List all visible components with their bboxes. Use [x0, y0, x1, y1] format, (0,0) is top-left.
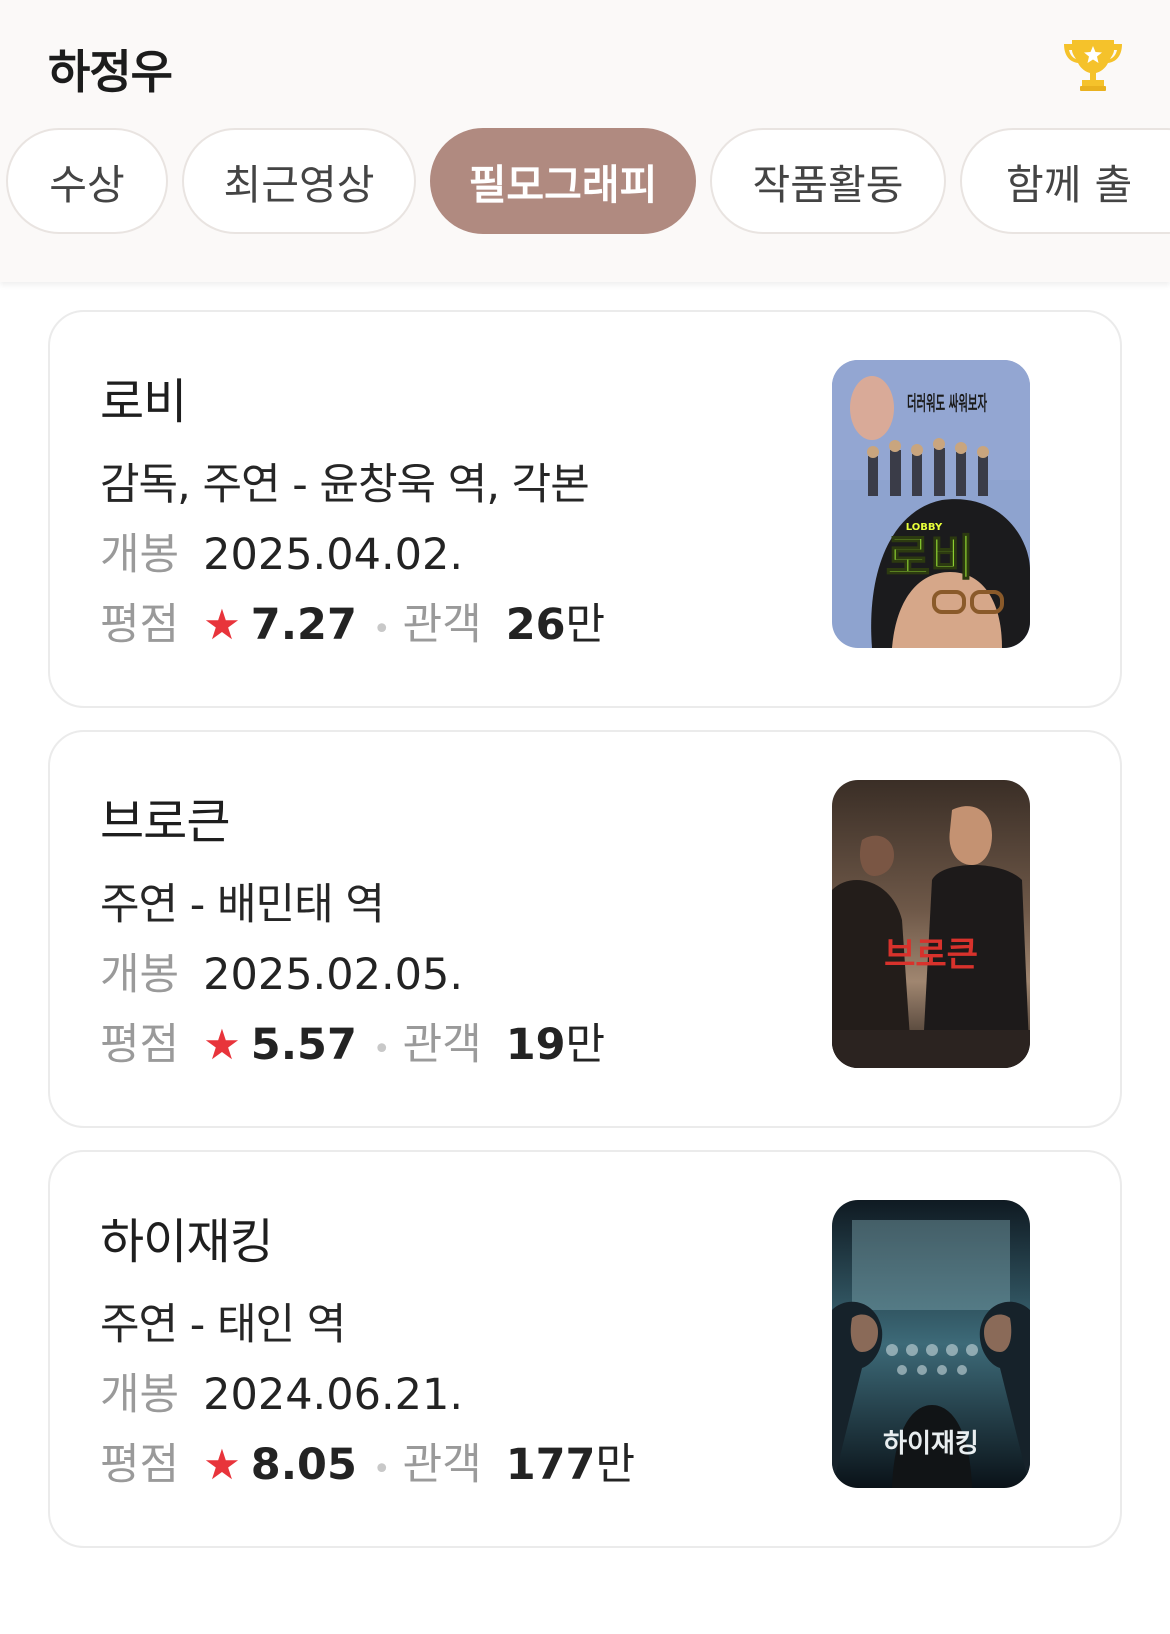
film-card[interactable]: 로비 감독, 주연 - 윤창욱 역, 각본 개봉 2025.04.02. 평점 … [48, 310, 1122, 708]
rating-label: 평점 [100, 600, 180, 650]
audience-value: 177만 [506, 1430, 635, 1492]
audience-number: 177 [505, 1440, 596, 1490]
release-date: 2025.02.05. [203, 950, 463, 1000]
poster-title: 하이재킹 [883, 1429, 979, 1459]
movie-poster[interactable]: 더러워도 싸워보자 LOBBY 로비 [832, 360, 1030, 648]
audience-value: 26만 [506, 590, 605, 652]
tab-label: 최근영상 [223, 161, 375, 209]
film-title: 하이재킹 [100, 1214, 274, 1270]
tab-label: 작품활동 [752, 161, 904, 209]
tab-label: 함께 출 [1006, 161, 1133, 209]
rating-value: 8.05 [250, 1440, 357, 1490]
film-role: 주연 - 배민태 역 [100, 880, 385, 930]
release-label: 개봉 [100, 950, 180, 1000]
audience-number: 26 [505, 600, 566, 650]
tab-bar: 수상 최근영상 필모그래피 작품활동 함께 출 [0, 126, 1170, 238]
tab-costars[interactable]: 함께 출 [960, 128, 1170, 234]
release-row: 개봉 2025.02.05. [100, 940, 463, 1002]
audience-label: 관객 [402, 600, 482, 650]
film-title: 로비 [100, 374, 187, 430]
film-role: 감독, 주연 - 윤창욱 역, 각본 [100, 460, 590, 510]
top-header: 하정우 수상 최근영상 필모그래피 작품활동 함께 출 [0, 0, 1170, 282]
release-date: 2025.04.02. [203, 530, 463, 580]
audience-unit: 만 [565, 1020, 606, 1070]
poster-title: 브로큰 [884, 935, 978, 975]
film-card[interactable]: 하이재킹 주연 - 태인 역 개봉 2024.06.21. 평점 ★ 8.05 … [48, 1150, 1122, 1548]
audience-unit: 만 [595, 1440, 636, 1490]
film-title: 브로큰 [100, 794, 230, 850]
separator-dot: • [372, 612, 391, 647]
film-role: 주연 - 태인 역 [100, 1300, 346, 1350]
release-row: 개봉 2025.04.02. [100, 520, 463, 582]
tab-awards[interactable]: 수상 [6, 128, 168, 234]
rating-value: 5.57 [250, 1020, 357, 1070]
audience-label: 관객 [402, 1020, 482, 1070]
movie-poster[interactable]: 브로큰 [832, 780, 1030, 1068]
tab-label: 필모그래피 [468, 161, 658, 209]
audience-number: 19 [505, 1020, 566, 1070]
film-card[interactable]: 브로큰 주연 - 배민태 역 개봉 2025.02.05. 평점 ★ 5.57 … [48, 730, 1122, 1128]
release-date: 2024.06.21. [203, 1370, 463, 1420]
release-label: 개봉 [100, 530, 180, 580]
tab-filmography[interactable]: 필모그래피 [430, 128, 696, 234]
release-label: 개봉 [100, 1370, 180, 1420]
movie-poster[interactable]: 하이재킹 [832, 1200, 1030, 1488]
tab-recent-videos[interactable]: 최근영상 [182, 128, 416, 234]
tab-label: 수상 [49, 161, 125, 209]
release-row: 개봉 2024.06.21. [100, 1360, 463, 1422]
tab-works[interactable]: 작품활동 [710, 128, 946, 234]
trophy-icon[interactable] [1062, 34, 1124, 92]
audience-unit: 만 [565, 600, 606, 650]
audience-label: 관객 [402, 1440, 482, 1490]
rating-label: 평점 [100, 1440, 180, 1490]
rating-value: 7.27 [250, 600, 357, 650]
audience-value: 19만 [506, 1010, 605, 1072]
star-icon: ★ [203, 600, 241, 649]
poster-title: 로비 [886, 530, 974, 586]
star-icon: ★ [203, 1020, 241, 1069]
separator-dot: • [372, 1452, 391, 1487]
rating-row: 평점 ★ 5.57 • 관객 19만 [100, 1010, 605, 1072]
rating-label: 평점 [100, 1020, 180, 1070]
rating-row: 평점 ★ 7.27 • 관객 26만 [100, 590, 605, 652]
poster-text: 더러워도 싸워보자 [907, 391, 987, 415]
star-icon: ★ [203, 1440, 241, 1489]
rating-row: 평점 ★ 8.05 • 관객 177만 [100, 1430, 635, 1492]
separator-dot: • [372, 1032, 391, 1067]
page-title: 하정우 [48, 45, 173, 99]
